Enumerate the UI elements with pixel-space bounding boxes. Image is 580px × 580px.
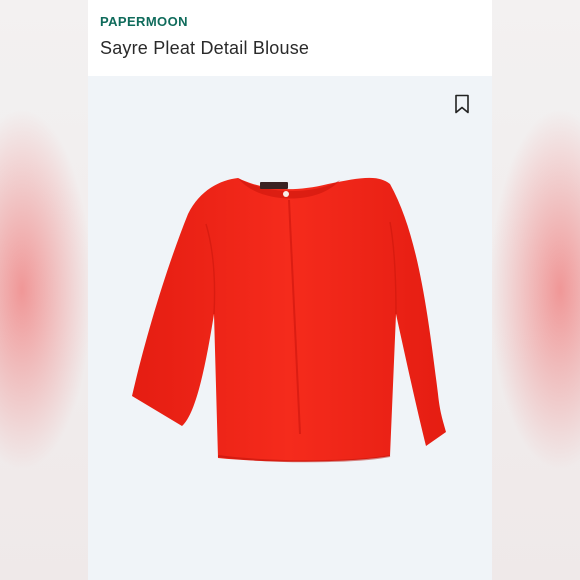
bookmark-icon[interactable] — [454, 94, 470, 114]
red-blouse-image — [132, 177, 446, 463]
garment-label-tag — [260, 182, 288, 189]
product-photo[interactable] — [88, 76, 492, 580]
product-card: PAPERMOON Sayre Pleat Detail Blouse — [88, 0, 492, 580]
brand-name[interactable]: PAPERMOON — [100, 14, 188, 29]
product-title[interactable]: Sayre Pleat Detail Blouse — [100, 38, 309, 59]
